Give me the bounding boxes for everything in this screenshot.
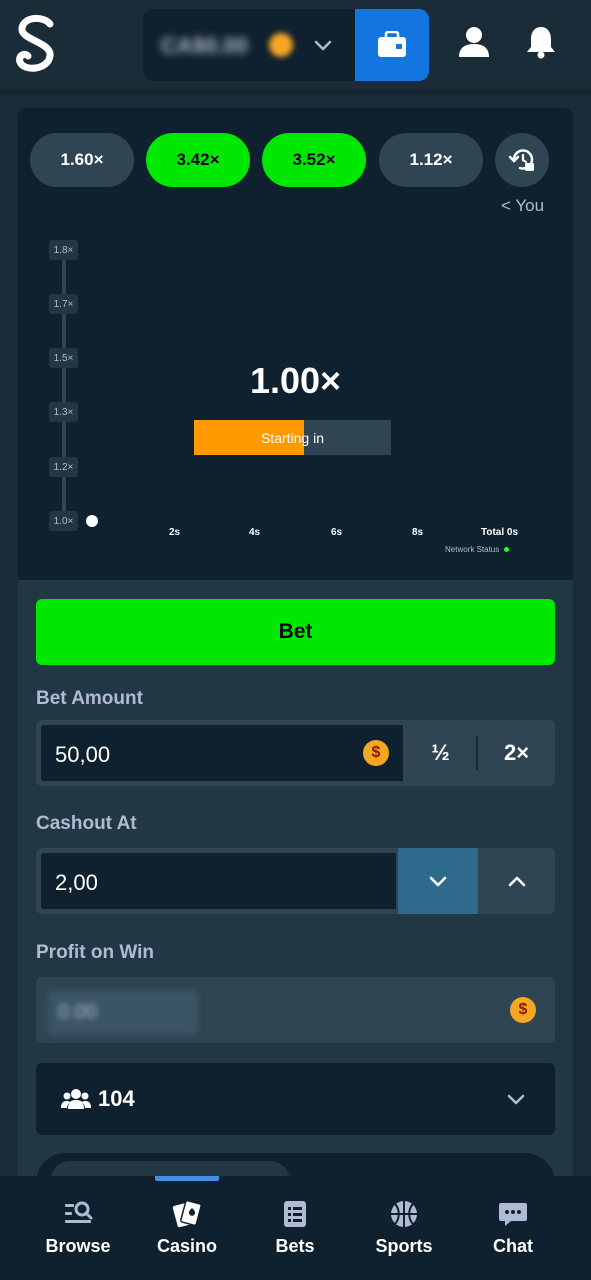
chat-icon xyxy=(499,1203,527,1226)
casino-cards-icon xyxy=(172,1200,202,1228)
stake-logo-icon[interactable] xyxy=(14,14,60,76)
balance-amount: CA$0.00 xyxy=(161,33,248,58)
profit-amount-hidden: 0.00 xyxy=(48,991,198,1035)
chevron-down-icon xyxy=(507,1094,525,1105)
bet-amount-group: 50,00 $ ½ 2× xyxy=(36,720,555,786)
cashout-increase-button[interactable] xyxy=(478,848,555,914)
network-status-dot xyxy=(504,547,510,552)
graph-origin-dot xyxy=(86,515,98,527)
y-axis-tick: 1.2× xyxy=(49,457,78,477)
x-axis-tick: 4s xyxy=(249,527,261,538)
y-axis-tick: 1.3× xyxy=(49,402,78,422)
x-axis-tick: 6s xyxy=(331,527,343,538)
history-multiplier-pill[interactable]: 3.42× xyxy=(146,133,250,187)
history-multiplier-pill[interactable]: 1.60× xyxy=(30,133,134,187)
profit-amount: 0.00 xyxy=(58,1001,97,1023)
wallet-button[interactable] xyxy=(355,9,429,81)
top-header: CA$0.00 xyxy=(0,0,591,90)
chevron-down-icon[interactable] xyxy=(311,33,335,57)
bet-amount-input[interactable]: 50,00 $ xyxy=(39,723,405,783)
wallet-balance-selector[interactable]: CA$0.00 xyxy=(143,9,429,81)
currency-coin-icon xyxy=(269,33,293,57)
countdown-label: Starting in xyxy=(260,429,325,446)
history-icon xyxy=(508,149,534,171)
dollar-coin-icon: $ xyxy=(510,997,536,1023)
nav-browse[interactable]: Browse xyxy=(28,1176,128,1280)
nav-label: Bets xyxy=(275,1236,315,1256)
bet-amount-label: Bet Amount xyxy=(36,688,143,709)
browse-icon xyxy=(65,1201,93,1223)
nav-sports[interactable]: Sports xyxy=(354,1176,454,1280)
x-axis-tick: 2s xyxy=(169,527,181,538)
crash-game-panel: 1.60× 3.42× 3.52× 1.12× < You 1.8× 1.7× … xyxy=(18,108,573,580)
y-axis-tick: 1.8× xyxy=(49,240,78,260)
cashout-input[interactable]: 2,00 xyxy=(39,851,398,911)
history-multiplier-pill[interactable]: 1.12× xyxy=(379,133,483,187)
chevron-up-icon xyxy=(508,876,525,887)
nav-bets[interactable]: Bets xyxy=(245,1176,345,1280)
y-axis-tick: 1.7× xyxy=(49,294,78,314)
x-axis-tick: Total 0s xyxy=(481,527,519,538)
bottom-navigation: Browse Casino Bets Sports Chat xyxy=(0,1176,591,1280)
chevron-down-icon xyxy=(429,876,447,887)
nav-label: Browse xyxy=(45,1236,111,1256)
you-toggle[interactable]: < You xyxy=(501,196,544,216)
cashout-group: 2,00 xyxy=(36,848,555,914)
bet-controls-panel: Bet Bet Amount 50,00 $ ½ 2× Cashout At 2… xyxy=(18,580,573,1193)
current-multiplier: 1.00× xyxy=(249,360,342,401)
double-bet-button[interactable]: 2× xyxy=(478,720,555,786)
cashout-decrease-button[interactable] xyxy=(398,848,478,914)
nav-label: Chat xyxy=(493,1236,533,1256)
history-button[interactable] xyxy=(495,133,549,187)
network-status: Network Status xyxy=(445,545,510,554)
wallet-icon xyxy=(378,31,406,57)
countdown-progress-bar: Starting in xyxy=(194,420,391,455)
bell-icon[interactable] xyxy=(523,24,559,60)
users-group-icon xyxy=(61,1089,91,1109)
half-bet-button[interactable]: ½ xyxy=(405,720,476,786)
x-axis-tick: 8s xyxy=(412,527,424,538)
user-icon[interactable] xyxy=(456,24,492,60)
cashout-at-label: Cashout At xyxy=(36,813,137,834)
bets-list-icon xyxy=(284,1201,306,1227)
profit-on-win-field: 0.00 $ xyxy=(36,977,555,1043)
basketball-icon xyxy=(391,1201,417,1227)
nav-label: Casino xyxy=(156,1236,217,1256)
profit-on-win-label: Profit on Win xyxy=(36,942,155,963)
bet-button[interactable]: Bet xyxy=(36,599,555,665)
nav-casino[interactable]: Casino xyxy=(137,1176,237,1280)
players-count: 104 xyxy=(98,1086,135,1111)
nav-chat[interactable]: Chat xyxy=(463,1176,563,1280)
bet-amount-value: 50,00 xyxy=(55,742,111,767)
cashout-value: 2,00 xyxy=(55,870,98,895)
nav-label: Sports xyxy=(375,1236,433,1256)
players-dropdown[interactable]: 104 xyxy=(36,1063,555,1135)
network-status-label: Network Status xyxy=(445,545,500,554)
history-multiplier-pill[interactable]: 3.52× xyxy=(262,133,366,187)
y-axis-tick: 1.0× xyxy=(49,511,78,531)
dollar-coin-icon: $ xyxy=(363,740,389,766)
